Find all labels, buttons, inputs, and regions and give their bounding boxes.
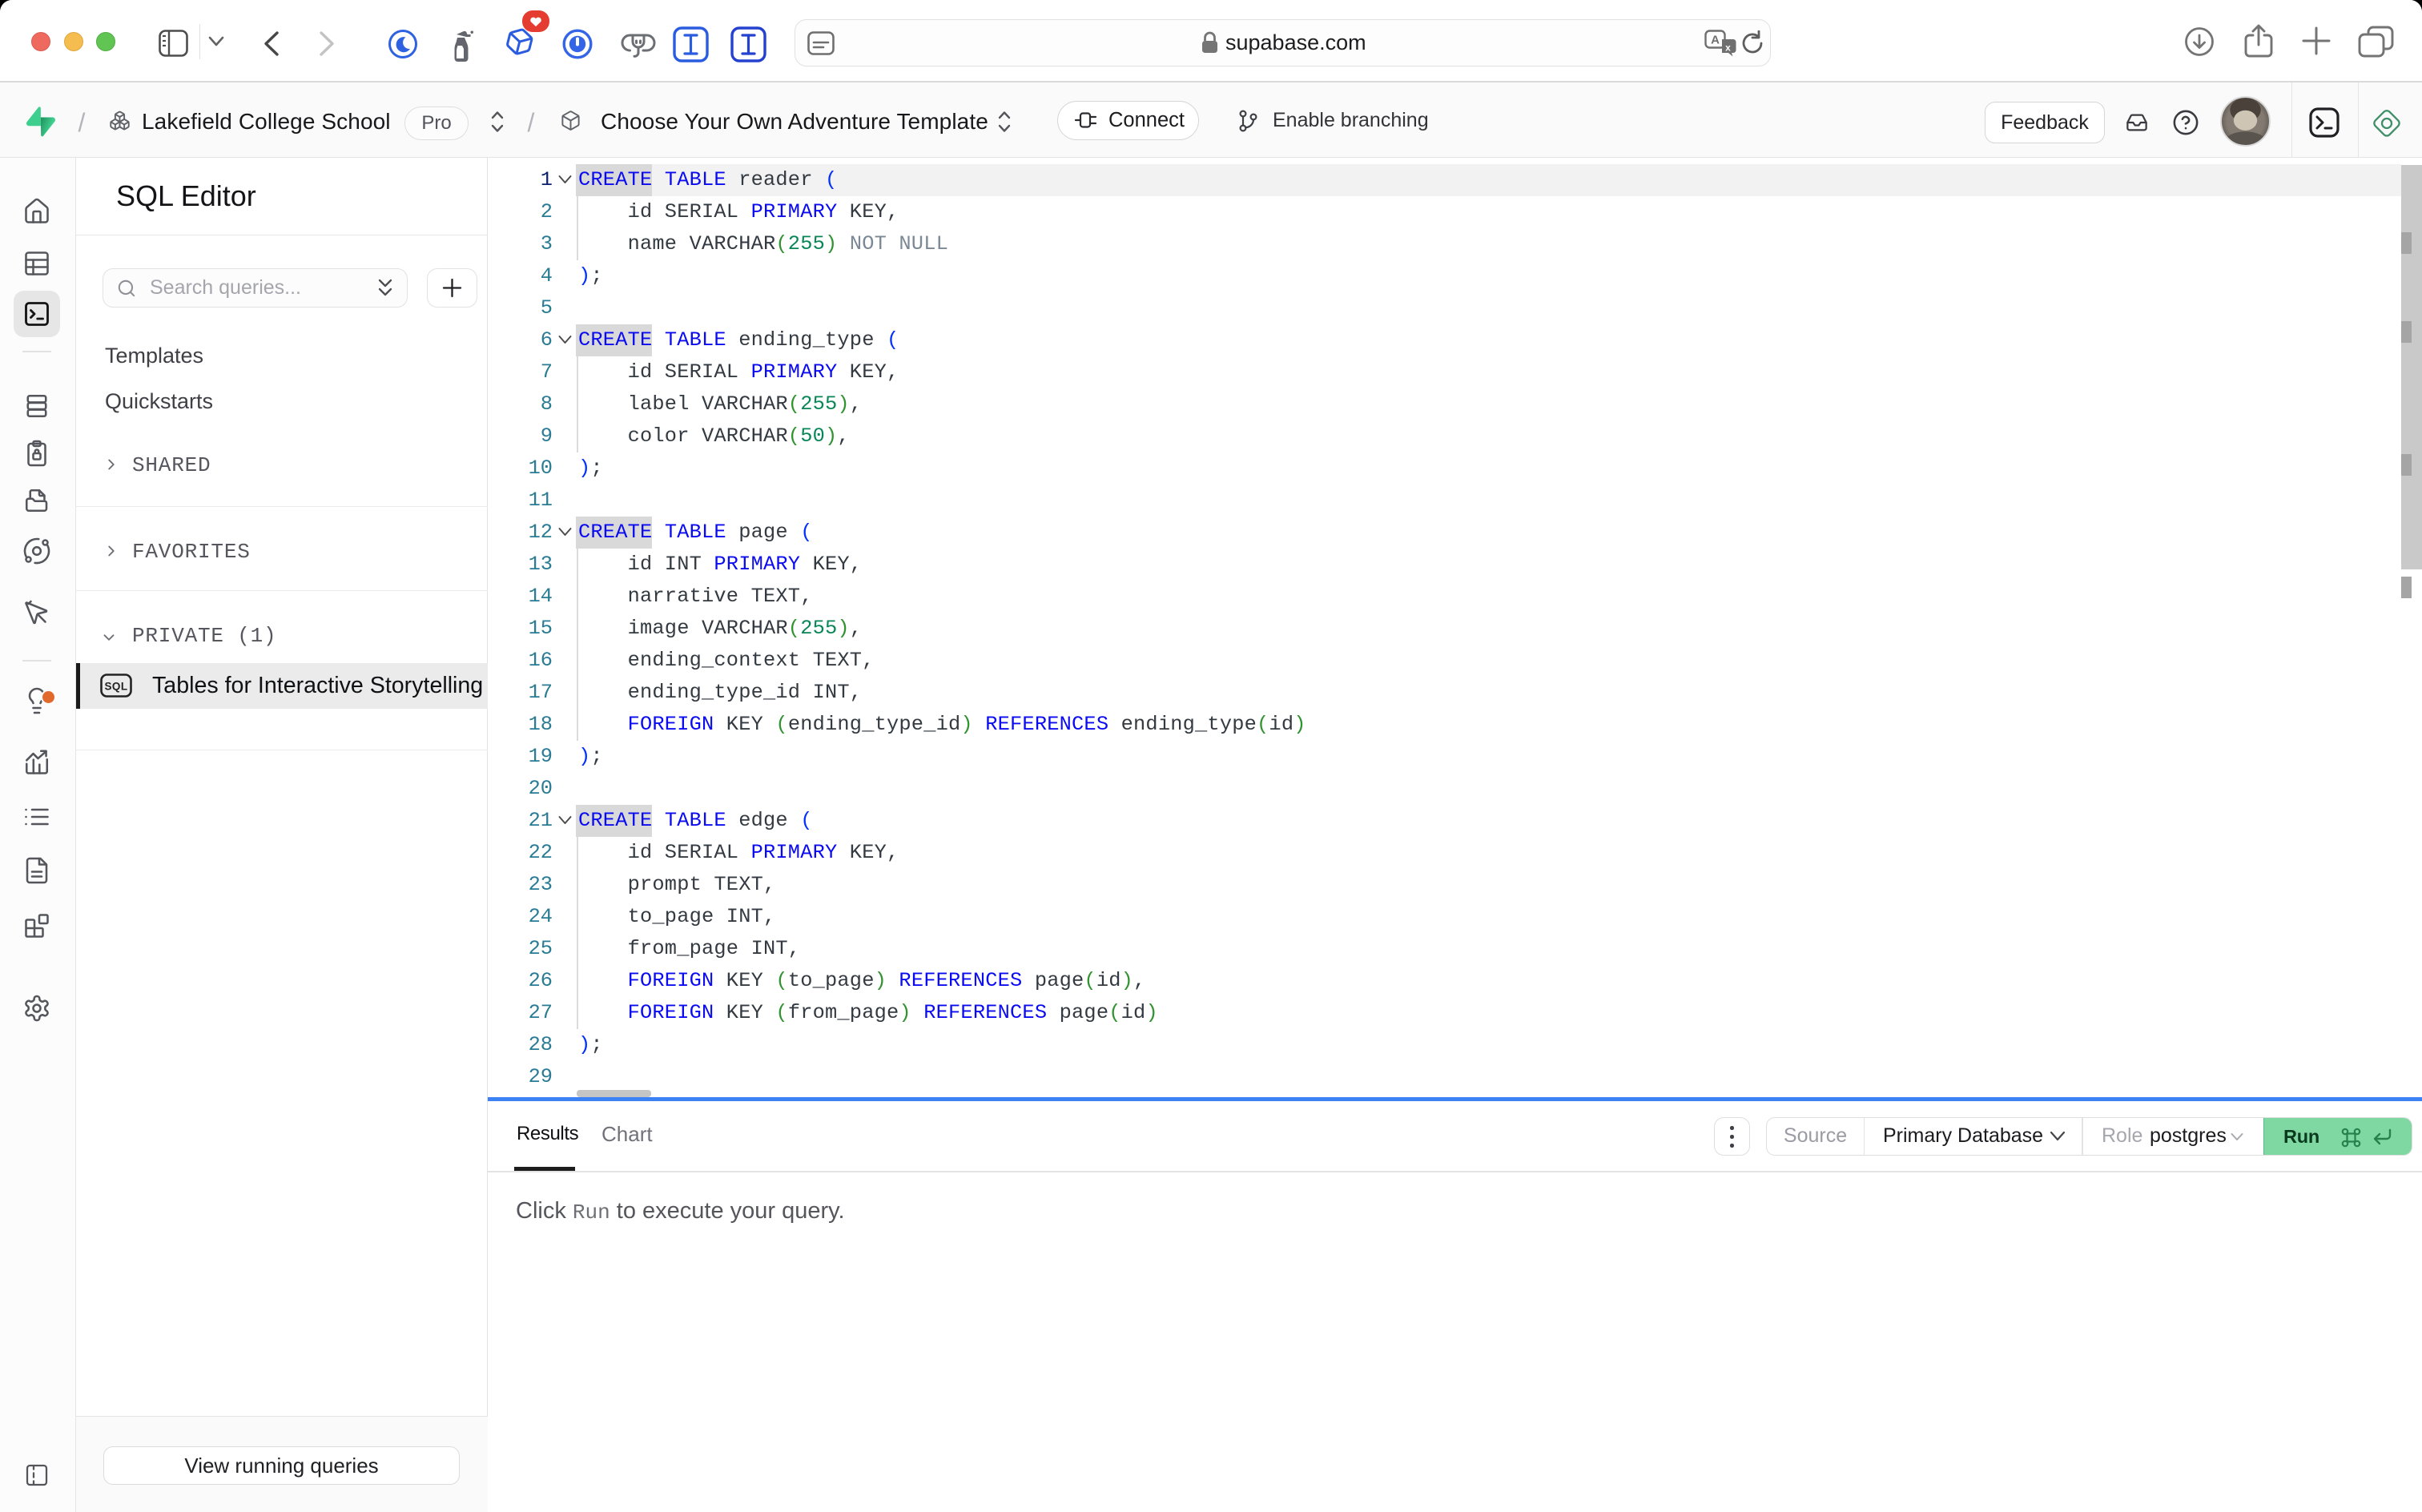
svg-text:SQL: SQL (105, 681, 128, 693)
svg-text:A: A (1711, 34, 1720, 47)
svg-text:x: x (1725, 42, 1731, 54)
